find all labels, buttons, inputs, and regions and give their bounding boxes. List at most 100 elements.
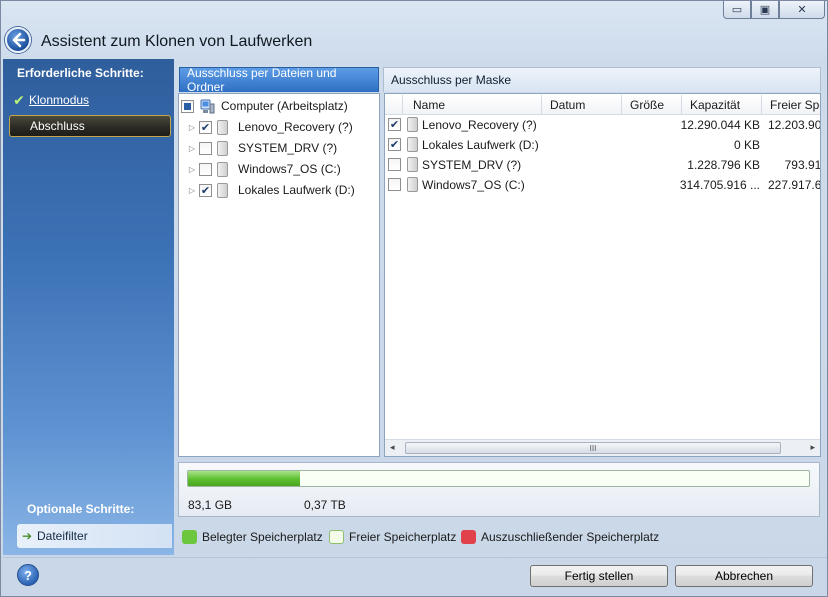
steps-sidebar: Erforderliche Schritte: ✔ Klonmodus Absc…: [3, 59, 174, 555]
row-free-space: 0: [768, 138, 820, 152]
row-checkbox[interactable]: ✔: [388, 138, 401, 151]
expand-icon[interactable]: ▷: [185, 144, 199, 153]
cancel-button-label: Abbrechen: [714, 569, 774, 583]
horizontal-scrollbar[interactable]: ◂ III ▸: [385, 439, 820, 456]
column-header-datum[interactable]: Datum: [542, 95, 622, 115]
tab-mask[interactable]: Ausschluss per Maske: [383, 67, 821, 92]
tree-root-computer[interactable]: Computer (Arbeitsplatz): [181, 96, 348, 116]
tree-item[interactable]: ▷ ✔ Lokales Laufwerk (D:): [185, 180, 355, 200]
tree-item[interactable]: ▷ Windows7_OS (C:): [185, 159, 341, 179]
column-header-check[interactable]: [385, 95, 403, 115]
drive-icon: [407, 137, 418, 152]
scroll-right-icon[interactable]: ▸: [810, 442, 815, 453]
sidebar-step-label: Abschluss: [30, 119, 85, 133]
required-steps-heading: Erforderliche Schritte:: [17, 66, 144, 80]
tree-item-label: Lokales Laufwerk (D:): [238, 183, 355, 197]
tree-item-checkbox[interactable]: [199, 162, 212, 176]
tree-item-label: Windows7_OS (C:): [238, 162, 341, 176]
legend-excluded-label: Auszuschließender Speicherplatz: [481, 530, 660, 544]
row-free-space: 793.916: [784, 158, 821, 172]
scroll-left-icon[interactable]: ◂: [390, 442, 395, 453]
row-name: Windows7_OS (C:): [422, 178, 525, 192]
title-bar: Assistent zum Klonen von Laufwerken: [1, 23, 827, 59]
column-header-groesse[interactable]: Größe: [622, 95, 682, 115]
sidebar-step-label: Dateifilter: [37, 529, 88, 543]
row-checkbox[interactable]: [388, 158, 401, 171]
expand-icon[interactable]: ▷: [185, 186, 199, 195]
tree-item-label: SYSTEM_DRV (?): [238, 141, 338, 155]
finish-button[interactable]: Fertig stellen: [530, 565, 668, 587]
footer-separator: [3, 557, 827, 558]
computer-icon: [199, 99, 215, 114]
drive-icon: [217, 161, 228, 177]
column-header-kapazitaet[interactable]: Kapazität: [682, 95, 762, 115]
row-capacity: 0 KB: [733, 138, 760, 152]
drive-icon: [407, 117, 418, 132]
row-checkbox[interactable]: ✔: [388, 118, 401, 131]
cancel-button[interactable]: Abbrechen: [675, 565, 813, 587]
tab-files-folders[interactable]: Ausschluss per Dateien und Ordner: [179, 66, 379, 94]
back-arrow-icon: [12, 32, 26, 48]
drive-icon: [217, 140, 228, 156]
exclusion-tabs: Ausschluss per Dateien und Ordner Aussch…: [179, 66, 821, 94]
legend-used-swatch: [182, 530, 197, 544]
checkmark-icon: ✔: [13, 91, 25, 108]
disk-usage-panel: 83,1 GB 0,37 TB: [178, 462, 820, 517]
table-row[interactable]: ✔ Lokales Laufwerk (D:) 0 KB 0: [385, 135, 820, 155]
legend-excluded: Auszuschließender Speicherplatz: [461, 529, 659, 545]
legend-excluded-swatch: [461, 530, 476, 544]
row-free-space: 227.917.684: [768, 178, 821, 192]
expand-icon[interactable]: ▷: [185, 123, 199, 132]
window-title: Assistent zum Klonen von Laufwerken: [41, 33, 313, 50]
tree-item-checkbox[interactable]: ✔: [199, 120, 212, 134]
row-name: Lenovo_Recovery (?): [422, 118, 537, 132]
row-name: SYSTEM_DRV (?): [422, 158, 522, 172]
tree-item-label: Lenovo_Recovery (?): [238, 120, 353, 134]
total-space-label: 0,37 TB: [304, 498, 346, 512]
wizard-window: ▭ ▣ ✕ Assistent zum Klonen von Laufwerke…: [0, 0, 828, 597]
maximize-button[interactable]: ▣: [751, 1, 779, 19]
scrollbar-thumb[interactable]: III: [405, 442, 781, 454]
back-button[interactable]: [5, 27, 31, 53]
column-header-freier-speicher[interactable]: Freier Spe: [762, 95, 820, 115]
legend-free-swatch: [329, 530, 344, 544]
close-button[interactable]: ✕: [779, 1, 825, 19]
row-capacity: 1.228.796 KB: [687, 158, 760, 172]
tree-root-label: Computer (Arbeitsplatz): [221, 99, 348, 113]
tree-item[interactable]: ▷ SYSTEM_DRV (?): [185, 138, 337, 158]
table-row[interactable]: ✔ Lenovo_Recovery (?) 12.290.044 KB 12.2…: [385, 115, 821, 135]
row-checkbox[interactable]: [388, 178, 401, 191]
row-capacity: 314.705.916 ...: [679, 178, 760, 192]
legend-used: Belegter Speicherplatz: [182, 529, 323, 545]
table-row[interactable]: Windows7_OS (C:) 314.705.916 ... 227.917…: [385, 175, 821, 195]
tree-root-checkbox[interactable]: [181, 99, 194, 113]
tree-item-checkbox[interactable]: ✔: [199, 183, 212, 197]
column-header-name[interactable]: Name: [403, 95, 542, 115]
disk-usage-fill: [188, 471, 300, 486]
row-capacity: 12.290.044 KB: [680, 118, 760, 132]
sidebar-step-dateifilter[interactable]: ➔ Dateifilter: [17, 524, 172, 548]
expand-icon[interactable]: ▷: [185, 165, 199, 174]
disk-usage-bar: [187, 470, 810, 487]
drive-icon: [407, 177, 418, 192]
drive-icon: [217, 182, 228, 198]
help-icon[interactable]: ?: [17, 564, 39, 586]
drive-tree: Computer (Arbeitsplatz) ▷ ✔ Lenovo_Recov…: [178, 93, 380, 457]
minimize-button[interactable]: ▭: [723, 1, 751, 19]
tree-item[interactable]: ▷ ✔ Lenovo_Recovery (?): [185, 117, 353, 137]
tree-item-checkbox[interactable]: [199, 141, 212, 155]
sidebar-step-klonmodus[interactable]: ✔ Klonmodus: [9, 89, 171, 111]
row-name: Lokales Laufwerk (D:): [422, 138, 539, 152]
drive-icon: [217, 119, 228, 135]
caption-buttons: ▭ ▣ ✕: [723, 1, 825, 19]
arrow-right-icon: ➔: [21, 529, 33, 543]
row-free-space: 12.203.900: [768, 118, 821, 132]
table-row[interactable]: SYSTEM_DRV (?) 1.228.796 KB 793.916: [385, 155, 821, 175]
drive-icon: [407, 157, 418, 172]
drive-list: Name Datum Größe Kapazität Freier Spe ✔ …: [384, 93, 821, 457]
legend-used-label: Belegter Speicherplatz: [202, 530, 323, 544]
optional-steps-heading: Optionale Schritte:: [27, 502, 135, 516]
finish-button-label: Fertig stellen: [564, 569, 634, 583]
sidebar-step-abschluss[interactable]: Abschluss: [9, 115, 171, 137]
legend-free-label: Freier Speicherplatz: [349, 530, 457, 544]
